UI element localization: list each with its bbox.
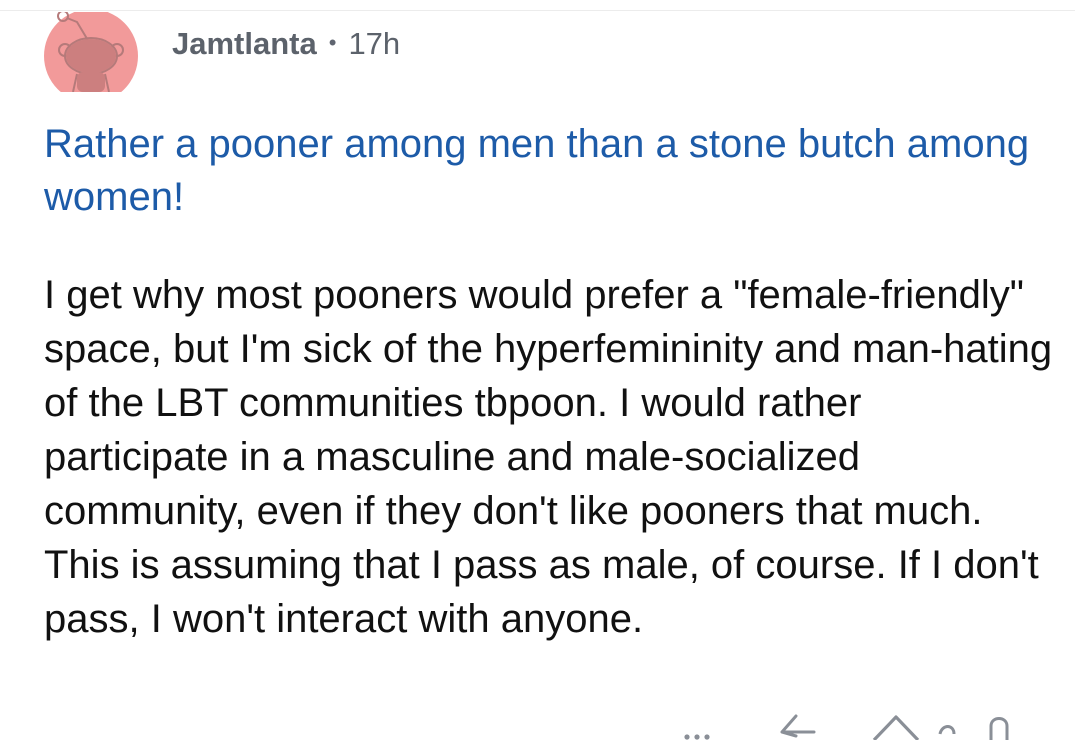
reply-arrow-icon[interactable]	[774, 712, 820, 745]
snoo-avatar-icon	[44, 12, 138, 92]
user-avatar[interactable]	[43, 12, 139, 92]
top-divider	[0, 10, 1075, 11]
meta-separator: •	[328, 30, 337, 55]
vote-count-fragment	[936, 720, 960, 745]
username[interactable]: Jamtlanta	[172, 26, 317, 62]
comment-body: I get why most pooners would prefer a "f…	[44, 273, 1053, 641]
comment-header: Jamtlanta • 17h	[172, 24, 400, 64]
timestamp: 17h	[348, 26, 401, 61]
comment-actions	[670, 712, 1070, 742]
comment-title[interactable]: Rather a pooner among men than a stone b…	[44, 118, 1044, 224]
more-dots-icon[interactable]	[682, 728, 716, 746]
downvote-arrow-icon[interactable]	[986, 714, 1012, 745]
upvote-arrow-icon[interactable]	[870, 712, 922, 745]
